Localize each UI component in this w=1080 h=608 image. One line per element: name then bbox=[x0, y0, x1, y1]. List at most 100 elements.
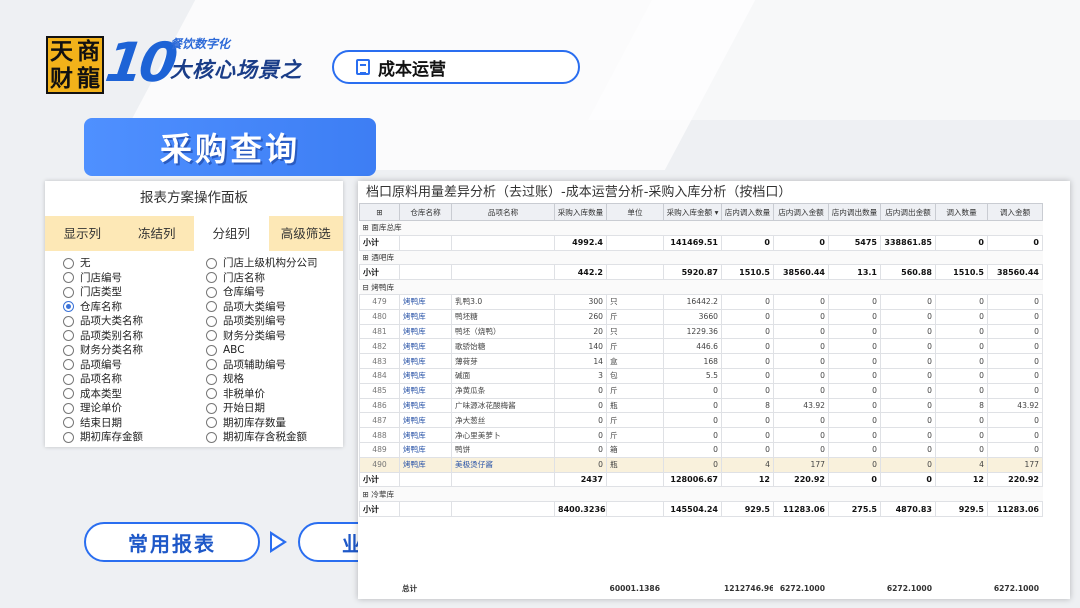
tab-frozen-columns[interactable]: 冻结列 bbox=[120, 216, 195, 251]
table-row[interactable]: 484 烤鸭库 碱面 3 包 5.5 0 0 0 0 0 0 bbox=[359, 367, 1043, 384]
column-header[interactable]: 店内调入金额 bbox=[773, 203, 829, 221]
radio-button[interactable] bbox=[206, 315, 217, 327]
column-header[interactable]: 店内调出数量 bbox=[828, 203, 881, 221]
table-cell: 489 bbox=[359, 441, 400, 458]
group-option[interactable]: 品项辅助编号 bbox=[206, 358, 349, 373]
group-option[interactable]: 仓库名称 bbox=[63, 300, 206, 315]
radio-button[interactable] bbox=[63, 344, 74, 356]
group-option-label: ABC bbox=[223, 344, 245, 356]
table-row[interactable]: 486 烤鸭库 广味源冰花酸梅酱 0 瓶 0 8 43.92 0 0 8 43.92 bbox=[359, 397, 1043, 414]
radio-button[interactable] bbox=[206, 330, 217, 342]
group-option[interactable]: 财务分类编号 bbox=[206, 329, 349, 344]
group-option[interactable]: 品项编号 bbox=[63, 358, 206, 373]
radio-button[interactable] bbox=[206, 359, 217, 371]
subtotal-row[interactable]: 小计 2437 128006.67 12 220.92 0 0 12 220.92 bbox=[359, 471, 1043, 488]
column-header[interactable]: 采购入库数量 bbox=[554, 203, 607, 221]
table-row[interactable]: 480 烤鸭库 鸭坯糖 260 斤 3660 0 0 0 0 0 0 bbox=[359, 308, 1043, 325]
radio-button[interactable] bbox=[206, 272, 217, 284]
radio-button[interactable] bbox=[63, 359, 74, 371]
group-option[interactable]: 品项大类名称 bbox=[63, 314, 206, 329]
group-option[interactable]: 开始日期 bbox=[206, 401, 349, 416]
group-option[interactable]: ABC bbox=[206, 343, 349, 358]
table-row[interactable]: 489 烤鸭库 鸭饼 0 箱 0 0 0 0 0 0 0 bbox=[359, 441, 1043, 458]
radio-button[interactable] bbox=[206, 257, 217, 269]
tab-group-columns[interactable]: 分组列 bbox=[194, 216, 269, 251]
tab-display-columns[interactable]: 显示列 bbox=[45, 216, 120, 251]
subtotal-row[interactable]: 小计 8400.3236 145504.24 929.5 11283.06 275.5 48… bbox=[359, 501, 1043, 517]
group-option[interactable]: 品项名称 bbox=[63, 372, 206, 387]
radio-button[interactable] bbox=[63, 431, 74, 443]
radio-button[interactable] bbox=[63, 373, 74, 385]
table-row[interactable]: 483 烤鸭库 薄荷芽 14 盒 168 0 0 0 0 0 0 bbox=[359, 353, 1043, 369]
group-header-row[interactable]: ⊟ 烤鸭库 bbox=[359, 279, 1043, 295]
radio-button[interactable] bbox=[63, 301, 74, 313]
group-option[interactable]: 结束日期 bbox=[63, 416, 206, 431]
table-row[interactable]: 487 烤鸭库 净大葱丝 0 斤 0 0 0 0 0 0 0 bbox=[359, 412, 1043, 429]
group-label[interactable]: ⊞ 冷荤库 bbox=[359, 486, 1043, 503]
group-header-row[interactable]: ⊞ 酒吧库 bbox=[359, 249, 1043, 266]
group-option[interactable]: 门店编号 bbox=[63, 271, 206, 286]
group-option[interactable]: 品项类别编号 bbox=[206, 314, 349, 329]
radio-button[interactable] bbox=[63, 388, 74, 400]
group-option[interactable]: 仓库编号 bbox=[206, 285, 349, 300]
table-cell: 0 bbox=[773, 323, 829, 340]
column-header[interactable]: 采购入库金额 ▾ bbox=[663, 203, 722, 221]
column-header[interactable]: 单位 bbox=[606, 203, 664, 221]
group-label[interactable]: ⊟ 烤鸭库 bbox=[359, 279, 1043, 295]
group-option[interactable]: 成本类型 bbox=[63, 387, 206, 402]
group-option[interactable]: 品项类别名称 bbox=[63, 329, 206, 344]
radio-button[interactable] bbox=[206, 373, 217, 385]
common-reports-button[interactable]: 常用报表 bbox=[84, 522, 260, 562]
table-row[interactable]: 490 烤鸭库 美极烫仔酱 0 瓶 0 4 177 0 0 4 177 bbox=[359, 456, 1043, 473]
table-cell: 0 bbox=[773, 382, 829, 399]
table-row[interactable]: 479 烤鸭库 乳鸭3.0 300 只 16442.2 0 0 0 0 0 0 bbox=[359, 293, 1043, 310]
radio-button[interactable] bbox=[206, 301, 217, 313]
group-option[interactable]: 门店上级机构分公司 bbox=[206, 256, 349, 271]
radio-button[interactable] bbox=[206, 431, 217, 443]
group-option[interactable]: 期初库存金额 bbox=[63, 430, 206, 445]
group-option[interactable]: 财务分类名称 bbox=[63, 343, 206, 358]
column-header[interactable]: 仓库名称 bbox=[399, 203, 452, 221]
tab-advanced-filter[interactable]: 高级筛选 bbox=[269, 216, 344, 251]
column-header[interactable]: 店内调出金额 bbox=[880, 203, 936, 221]
radio-button[interactable] bbox=[63, 402, 74, 414]
column-header[interactable]: 调入数量 bbox=[935, 203, 988, 221]
group-label[interactable]: ⊞ 酒吧库 bbox=[359, 249, 1043, 266]
group-option[interactable]: 期初库存数量 bbox=[206, 416, 349, 431]
subtotal-row[interactable]: 小计 442.2 5920.87 1510.5 38560.44 13.1 560.88 15… bbox=[359, 264, 1043, 281]
group-option[interactable]: 品项大类编号 bbox=[206, 300, 349, 315]
table-cell bbox=[399, 234, 452, 251]
radio-button[interactable] bbox=[63, 315, 74, 327]
group-option[interactable]: 规格 bbox=[206, 372, 349, 387]
table-row[interactable]: 488 烤鸭库 净心里美萝卜 0 斤 0 0 0 0 0 0 0 bbox=[359, 427, 1043, 443]
group-option[interactable]: 门店类型 bbox=[63, 285, 206, 300]
column-header[interactable]: ⊞ bbox=[359, 203, 400, 221]
radio-button[interactable] bbox=[63, 286, 74, 298]
radio-button[interactable] bbox=[63, 417, 74, 429]
table-cell bbox=[451, 501, 555, 517]
radio-button[interactable] bbox=[206, 402, 217, 414]
table-row[interactable]: 482 烤鸭库 歌骄饴糖 140 斤 446.6 0 0 0 0 0 0 bbox=[359, 338, 1043, 355]
table-row[interactable]: 485 烤鸭库 净黄瓜条 0 斤 0 0 0 0 0 0 0 bbox=[359, 382, 1043, 399]
group-option[interactable]: 无 bbox=[63, 256, 206, 271]
subtotal-row[interactable]: 小计 4992.4 141469.51 0 0 5475 338861.85 0 0 bbox=[359, 234, 1043, 251]
radio-button[interactable] bbox=[206, 388, 217, 400]
radio-button[interactable] bbox=[63, 257, 74, 269]
column-header[interactable]: 品项名称 bbox=[451, 203, 555, 221]
table-cell: 小计 bbox=[359, 501, 400, 517]
radio-button[interactable] bbox=[206, 344, 217, 356]
group-header-row[interactable]: ⊞ 面库总库 bbox=[359, 220, 1043, 236]
group-option[interactable]: 期初库存含税金额 bbox=[206, 430, 349, 445]
radio-button[interactable] bbox=[206, 417, 217, 429]
column-header[interactable]: 店内调入数量 bbox=[721, 203, 774, 221]
radio-button[interactable] bbox=[63, 272, 74, 284]
group-option[interactable]: 非税单价 bbox=[206, 387, 349, 402]
group-option[interactable]: 门店名称 bbox=[206, 271, 349, 286]
group-header-row[interactable]: ⊞ 冷荤库 bbox=[359, 486, 1043, 503]
column-header[interactable]: 调入金额 bbox=[987, 203, 1043, 221]
radio-button[interactable] bbox=[63, 330, 74, 342]
group-option[interactable]: 理论单价 bbox=[63, 401, 206, 416]
radio-button[interactable] bbox=[206, 286, 217, 298]
table-row[interactable]: 481 烤鸭库 鸭坯（烧鸭） 20 只 1229.36 0 0 0 0 0 0 bbox=[359, 323, 1043, 340]
group-label[interactable]: ⊞ 面库总库 bbox=[359, 220, 1043, 236]
